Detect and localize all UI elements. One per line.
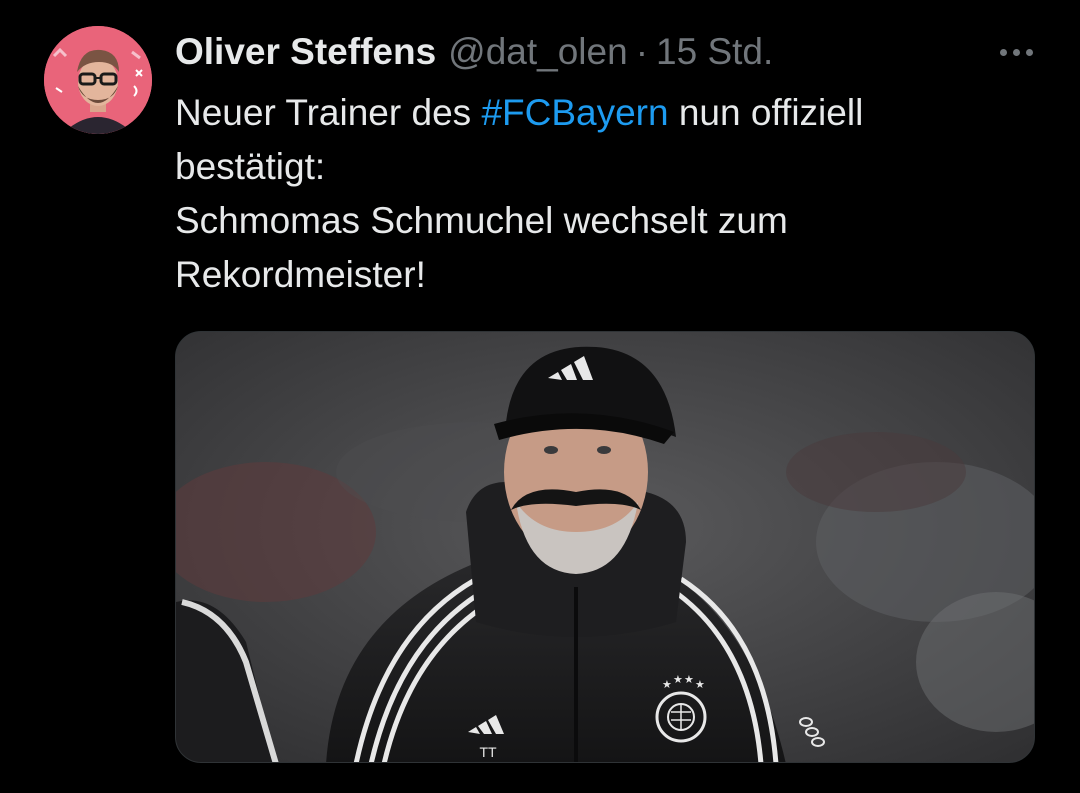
tweet-media-image[interactable]: TT ★ ★ ★ ★ [175,331,1035,763]
more-horizontal-icon [999,48,1007,56]
timestamp[interactable]: 15 Std. [656,28,773,76]
hashtag-link[interactable]: #FCBayern [481,92,668,133]
tweet-text: Neuer Trainer des #FCBayern nun offiziel… [175,86,1025,302]
tweet-header: Oliver Steffens @dat_olen · 15 Std. [175,28,773,76]
avatar[interactable] [44,26,152,134]
tweet-text-line-4: Rekordmeister! [175,254,426,295]
avatar-image [44,26,152,134]
tweet-text-line-1: Neuer Trainer des #FCBayern nun offiziel… [175,86,1025,140]
text-segment: nun offiziell [668,92,864,133]
more-horizontal-icon [1012,48,1020,56]
svg-text:★: ★ [662,678,672,691]
more-options-button[interactable] [986,30,1046,74]
author-handle[interactable]: @dat_olen [448,28,628,76]
tweet[interactable]: Oliver Steffens @dat_olen · 15 Std. Neue… [0,0,1080,793]
tweet-text-line-3: Schmomas Schmuchel wechselt zum [175,200,788,241]
text-segment: Neuer Trainer des [175,92,482,133]
tweet-text-line-2: bestätigt: [175,146,326,187]
svg-text:★: ★ [684,673,694,686]
svg-text:★: ★ [695,678,705,691]
author-name[interactable]: Oliver Steffens [175,28,436,76]
separator-dot: · [635,31,649,72]
jacket-initials: TT [479,744,497,760]
more-horizontal-icon [1025,48,1033,56]
photo-coach: TT ★ ★ ★ ★ [176,332,1034,762]
svg-text:★: ★ [673,673,683,686]
